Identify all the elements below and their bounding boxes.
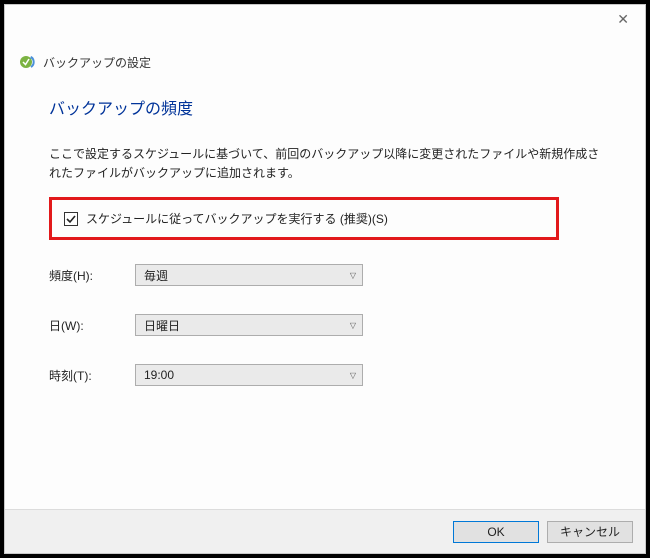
day-dropdown[interactable]: 日曜日 ▽ xyxy=(135,314,363,336)
frequency-dropdown[interactable]: 毎週 ▽ xyxy=(135,264,363,286)
description-text: ここで設定するスケジュールに基づいて、前回のバックアップ以降に変更されたファイル… xyxy=(49,145,611,183)
chevron-down-icon: ▽ xyxy=(350,321,356,330)
frequency-label: 頻度(H): xyxy=(49,267,135,284)
row-time: 時刻(T): 19:00 ▽ xyxy=(49,364,611,386)
row-frequency: 頻度(H): 毎週 ▽ xyxy=(49,264,611,286)
dialog-window: ✕ バックアップの設定 バックアップの頻度 ここで設定するスケジュールに基づいて… xyxy=(4,4,646,554)
backup-settings-icon xyxy=(19,53,37,71)
close-icon[interactable]: ✕ xyxy=(617,11,629,28)
content-area: バックアップの頻度 ここで設定するスケジュールに基づいて、前回のバックアップ以降… xyxy=(49,95,611,414)
page-title: バックアップの頻度 xyxy=(49,95,611,119)
row-day: 日(W): 日曜日 ▽ xyxy=(49,314,611,336)
chevron-down-icon: ▽ xyxy=(350,371,356,380)
time-dropdown[interactable]: 19:00 ▽ xyxy=(135,364,363,386)
check-icon xyxy=(65,213,77,225)
frequency-value: 毎週 xyxy=(144,267,168,284)
schedule-checkbox-label: スケジュールに従ってバックアップを実行する (推奨)(S) xyxy=(86,210,388,227)
window-title: バックアップの設定 xyxy=(43,54,151,71)
dialog-footer: OK キャンセル xyxy=(5,509,645,553)
cancel-button-label: キャンセル xyxy=(560,523,620,540)
cancel-button[interactable]: キャンセル xyxy=(547,521,633,543)
chevron-down-icon: ▽ xyxy=(350,271,356,280)
day-label: 日(W): xyxy=(49,317,135,334)
highlight-box: スケジュールに従ってバックアップを実行する (推奨)(S) xyxy=(49,197,559,240)
ok-button[interactable]: OK xyxy=(453,521,539,543)
schedule-checkbox[interactable] xyxy=(64,212,78,226)
time-label: 時刻(T): xyxy=(49,367,135,384)
day-value: 日曜日 xyxy=(144,317,180,334)
ok-button-label: OK xyxy=(487,525,504,539)
window-header: バックアップの設定 xyxy=(19,53,151,71)
time-value: 19:00 xyxy=(144,368,174,382)
